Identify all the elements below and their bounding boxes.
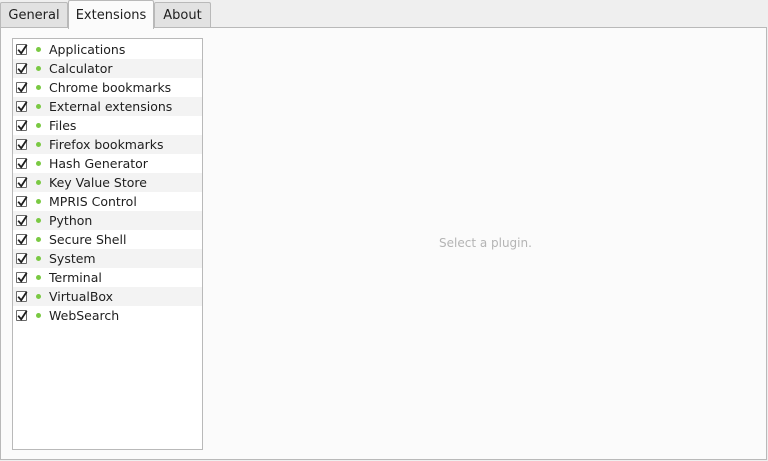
plugin-enabled-checkbox[interactable] [16, 63, 28, 74]
checkmark-icon [17, 101, 28, 112]
plugin-label: Calculator [49, 61, 113, 76]
plugin-status-dot-icon [36, 180, 41, 185]
plugin-status-dot-icon [36, 199, 41, 204]
plugin-row[interactable]: Python [13, 211, 202, 230]
plugin-enabled-checkbox[interactable] [16, 101, 28, 112]
plugin-status-dot-icon [36, 218, 41, 223]
plugin-row[interactable]: VirtualBox [13, 287, 202, 306]
plugin-label: Key Value Store [49, 175, 147, 190]
checkmark-icon [17, 291, 28, 302]
plugin-enabled-checkbox[interactable] [16, 291, 28, 302]
plugin-status-dot-icon [36, 66, 41, 71]
plugin-status-dot-icon [36, 123, 41, 128]
checkmark-icon [17, 272, 28, 283]
plugin-row[interactable]: Terminal [13, 268, 202, 287]
plugin-label: External extensions [49, 99, 173, 114]
plugin-row[interactable]: Firefox bookmarks [13, 135, 202, 154]
checkmark-icon [17, 44, 28, 55]
plugin-row[interactable]: Applications [13, 40, 202, 59]
checkmark-icon [17, 63, 28, 74]
plugin-label: Hash Generator [49, 156, 148, 171]
checkmark-icon [17, 196, 28, 207]
plugin-label: Python [49, 213, 93, 228]
plugin-status-dot-icon [36, 275, 41, 280]
plugin-enabled-checkbox[interactable] [16, 177, 28, 188]
plugin-row[interactable]: Calculator [13, 59, 202, 78]
tab-bar: General Extensions About [0, 0, 768, 29]
plugin-row[interactable]: System [13, 249, 202, 268]
plugin-enabled-checkbox[interactable] [16, 139, 28, 150]
plugin-label: MPRIS Control [49, 194, 137, 209]
plugin-enabled-checkbox[interactable] [16, 253, 28, 264]
plugin-enabled-checkbox[interactable] [16, 215, 28, 226]
plugin-enabled-checkbox[interactable] [16, 44, 28, 55]
checkmark-icon [17, 253, 28, 264]
checkmark-icon [17, 310, 28, 321]
plugin-label: Terminal [49, 270, 102, 285]
plugin-label: Applications [49, 42, 126, 57]
plugin-row[interactable]: MPRIS Control [13, 192, 202, 211]
tab-about[interactable]: About [154, 2, 211, 27]
plugin-label: VirtualBox [49, 289, 114, 304]
tab-general[interactable]: General [0, 2, 68, 27]
settings-window: General Extensions About Applications Cal… [0, 0, 768, 461]
plugin-enabled-checkbox[interactable] [16, 158, 28, 169]
plugin-status-dot-icon [36, 47, 41, 52]
checkmark-icon [17, 215, 28, 226]
checkmark-icon [17, 120, 28, 131]
plugin-enabled-checkbox[interactable] [16, 272, 28, 283]
plugin-enabled-checkbox[interactable] [16, 196, 28, 207]
plugin-label: WebSearch [49, 308, 120, 323]
plugin-row[interactable]: Hash Generator [13, 154, 202, 173]
plugin-row[interactable]: External extensions [13, 97, 202, 116]
plugin-row[interactable]: Secure Shell [13, 230, 202, 249]
select-plugin-placeholder: Select a plugin. [439, 236, 532, 250]
plugin-status-dot-icon [36, 104, 41, 109]
plugin-label: Firefox bookmarks [49, 137, 164, 152]
plugin-enabled-checkbox[interactable] [16, 82, 28, 93]
plugin-enabled-checkbox[interactable] [16, 120, 28, 131]
plugin-label: System [49, 251, 96, 266]
plugin-row[interactable]: Files [13, 116, 202, 135]
plugin-label: Chrome bookmarks [49, 80, 172, 95]
plugin-row[interactable]: Chrome bookmarks [13, 78, 202, 97]
checkmark-icon [17, 177, 28, 188]
plugin-label: Secure Shell [49, 232, 127, 247]
plugin-status-dot-icon [36, 237, 41, 242]
plugin-status-dot-icon [36, 142, 41, 147]
plugin-enabled-checkbox[interactable] [16, 310, 28, 321]
checkmark-icon [17, 158, 28, 169]
plugin-row[interactable]: Key Value Store [13, 173, 202, 192]
plugin-status-dot-icon [36, 85, 41, 90]
plugin-enabled-checkbox[interactable] [16, 234, 28, 245]
plugin-status-dot-icon [36, 256, 41, 261]
extensions-panel: Applications Calculator Chrome bookmarks Ex… [0, 27, 767, 460]
tab-extensions[interactable]: Extensions [68, 0, 154, 29]
plugin-label: Files [49, 118, 77, 133]
plugin-status-dot-icon [36, 313, 41, 318]
plugin-status-dot-icon [36, 294, 41, 299]
checkmark-icon [17, 139, 28, 150]
plugin-row[interactable]: WebSearch [13, 306, 202, 325]
checkmark-icon [17, 82, 28, 93]
plugin-list[interactable]: Applications Calculator Chrome bookmarks Ex… [12, 38, 203, 450]
checkmark-icon [17, 234, 28, 245]
plugin-status-dot-icon [36, 161, 41, 166]
